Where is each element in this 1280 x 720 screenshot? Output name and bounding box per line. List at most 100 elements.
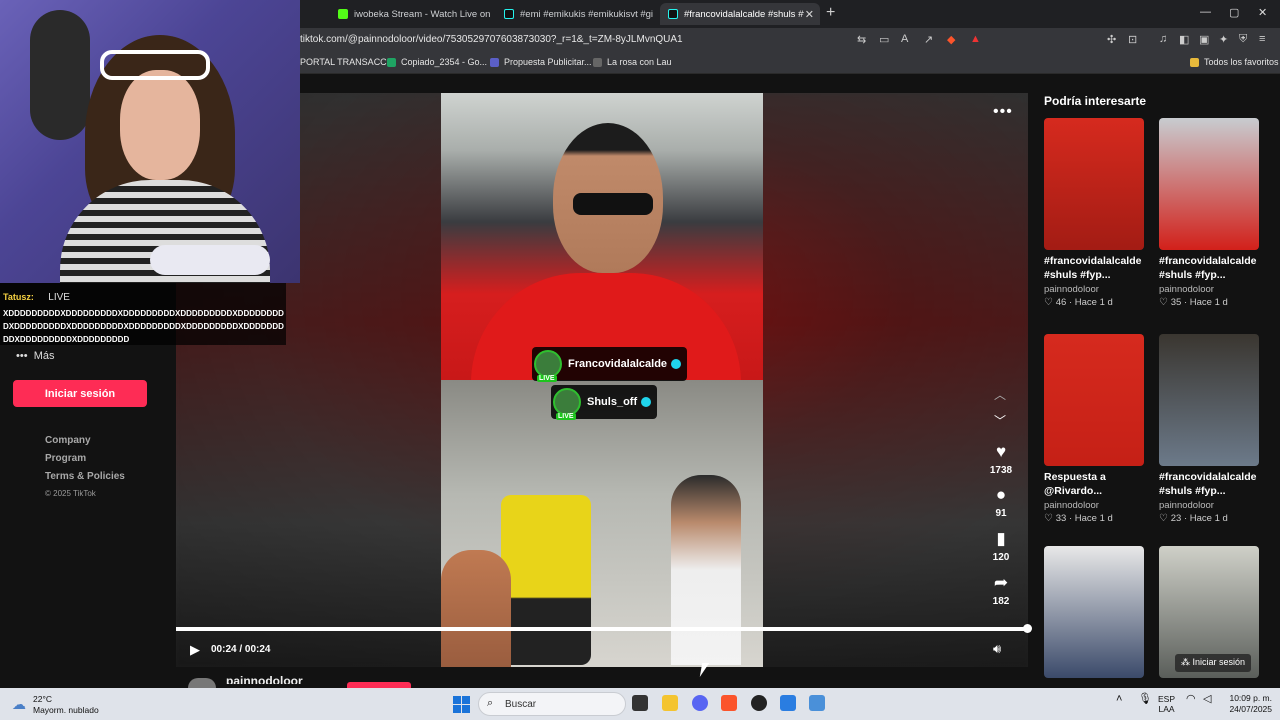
url-field[interactable]: tiktok.com/@painnodoloor/video/753052970… bbox=[300, 34, 683, 45]
rewards-icon[interactable]: ▲ bbox=[970, 33, 981, 45]
comment-count: 91 bbox=[995, 508, 1007, 519]
recommendation-meta: ♡ 33 · Hace 1 d bbox=[1044, 513, 1154, 524]
folder-icon bbox=[1190, 57, 1199, 67]
bookmark-item[interactable]: La rosa con Lau bbox=[593, 57, 672, 67]
weather-widget[interactable]: 22°C Mayorm. nublado bbox=[33, 694, 99, 716]
recommendation-card[interactable]: #francovidalalcalde #shuls #fyp... painno… bbox=[1159, 334, 1269, 524]
tab-kick[interactable]: iwobeka Stream - Watch Live on Kick bbox=[330, 3, 490, 25]
recommendation-author[interactable]: painnodoloor bbox=[1159, 500, 1269, 511]
login-button[interactable]: Iniciar sesión bbox=[13, 380, 147, 407]
more-menu-item[interactable]: ••• Más bbox=[16, 350, 54, 362]
bookmark-item[interactable]: Copiado_2354 - Go... bbox=[387, 57, 487, 67]
volume-tray-icon[interactable]: ◁ bbox=[1203, 694, 1211, 705]
video-progress-bar[interactable] bbox=[176, 624, 1032, 633]
screen: iwobeka Stream - Watch Live on Kick #emi… bbox=[0, 0, 1280, 720]
tray-chevron-icon[interactable]: ˄ bbox=[1116, 694, 1122, 705]
maximize-icon[interactable]: ▢ bbox=[1229, 6, 1239, 19]
clock[interactable]: 10:09 p. m. 24/07/2025 bbox=[1228, 693, 1272, 715]
recommendation-thumbnail[interactable] bbox=[1044, 118, 1144, 250]
more-options-icon[interactable]: ••• bbox=[993, 103, 1013, 121]
menu-icon[interactable]: ≡ bbox=[1259, 33, 1265, 45]
cloud-icon[interactable]: ☁ bbox=[12, 696, 26, 713]
language-icon[interactable]: A bbox=[901, 33, 908, 45]
recommendation-thumbnail[interactable] bbox=[1159, 118, 1259, 250]
windows-start-icon[interactable] bbox=[453, 696, 470, 713]
floating-login-button[interactable]: ⁂ Iniciar sesión bbox=[1175, 654, 1252, 672]
brave-shield-icon[interactable]: ◆ bbox=[947, 33, 955, 46]
tab-tiktok-emi[interactable]: #emi #emikukis #emikukisvt #gi bbox=[496, 3, 656, 25]
recommendation-age: Hace 1 d bbox=[1074, 513, 1113, 524]
bookmark-icon: ▮ bbox=[996, 529, 1006, 548]
cam-headband bbox=[100, 50, 210, 80]
heart-outline-icon: ♡ bbox=[1044, 513, 1056, 524]
live-tag-top: LIVE Francovidalalcalde bbox=[532, 347, 688, 382]
leo-icon[interactable]: ✦ bbox=[1219, 33, 1228, 46]
minimize-icon[interactable]: — bbox=[1200, 6, 1211, 18]
heart-outline-icon: ♡ bbox=[1159, 297, 1171, 308]
recommendation-thumbnail[interactable] bbox=[1159, 334, 1259, 466]
sidebar-icon[interactable]: ◧ bbox=[1179, 33, 1189, 46]
wifi-icon[interactable]: ◠ bbox=[1186, 694, 1196, 705]
author-avatar[interactable] bbox=[188, 678, 216, 688]
recommendation-card[interactable] bbox=[1044, 546, 1154, 678]
recommendation-card[interactable]: #francovidalalcalde #shuls #fyp... painno… bbox=[1159, 118, 1269, 308]
video-frame[interactable]: LIVE Francovidalalcalde LIVE Shuls_off bbox=[441, 93, 763, 667]
new-tab-button[interactable]: + bbox=[826, 4, 835, 22]
more-label: Más bbox=[33, 350, 55, 362]
wallet-icon[interactable]: ▣ bbox=[1199, 33, 1209, 46]
screenshot-icon[interactable]: ⊡ bbox=[1128, 33, 1137, 46]
microphone-icon[interactable]: 🎙︎ bbox=[1138, 694, 1152, 705]
play-icon[interactable]: ▶ bbox=[190, 642, 200, 658]
task-view-icon[interactable] bbox=[632, 695, 648, 711]
bookmark-item[interactable]: Propuesta Publicitar... bbox=[490, 57, 592, 67]
clock-time: 10:09 p. m. bbox=[1229, 693, 1272, 703]
discord-icon[interactable] bbox=[692, 695, 708, 711]
progress-knob[interactable] bbox=[1023, 624, 1032, 633]
recommendation-title[interactable]: #francovidalalcalde #shuls #fyp... bbox=[1044, 254, 1154, 282]
author-name[interactable]: painnodoloor bbox=[226, 674, 303, 684]
extensions-icon[interactable]: ✣ bbox=[1107, 33, 1116, 46]
reader-icon[interactable]: ▭ bbox=[879, 33, 889, 46]
recommendation-author[interactable]: painnodoloor bbox=[1044, 284, 1154, 295]
snipping-tool-icon[interactable] bbox=[809, 695, 825, 711]
bookmark-item[interactable]: PORTAL TRANSACCI... bbox=[300, 57, 397, 67]
next-video-icon[interactable]: ﹀ bbox=[994, 412, 1006, 429]
recommendation-card[interactable]: #francovidalalcalde #shuls #fyp... painno… bbox=[1044, 118, 1154, 308]
windows-taskbar: ☁ 22°C Mayorm. nublado ⌕ Buscar ˄ 🎙︎ ESP… bbox=[0, 688, 1280, 720]
recommendation-thumbnail[interactable] bbox=[1044, 546, 1144, 678]
language-code: ESP bbox=[1158, 694, 1176, 704]
file-explorer-icon[interactable] bbox=[662, 695, 678, 711]
brave-icon[interactable] bbox=[721, 695, 737, 711]
share-icon[interactable]: ↗ bbox=[924, 33, 933, 46]
calculator-icon[interactable] bbox=[780, 695, 796, 711]
recommendation-title[interactable]: #francovidalalcalde #shuls #fyp... bbox=[1159, 254, 1269, 282]
save-button[interactable]: ▮ 120 bbox=[984, 529, 1018, 564]
taskbar-search[interactable]: ⌕ Buscar bbox=[478, 692, 626, 716]
recommendation-title[interactable]: Respuesta a @Rivardo... bbox=[1044, 470, 1154, 498]
volume-icon[interactable]: 🔊︎ bbox=[993, 641, 1001, 657]
company-link[interactable]: Company bbox=[45, 435, 91, 446]
language-indicator[interactable]: ESP LAA bbox=[1158, 694, 1175, 714]
vpn-icon[interactable]: ⛨ bbox=[1239, 33, 1247, 46]
close-window-icon[interactable]: ✕ bbox=[1258, 6, 1267, 19]
obs-icon[interactable] bbox=[751, 695, 767, 711]
close-tab-icon[interactable]: ✕ bbox=[805, 8, 814, 21]
recommendation-title[interactable]: #francovidalalcalde #shuls #fyp... bbox=[1159, 470, 1269, 498]
video-bottom-stream bbox=[441, 380, 763, 667]
grid-icon: ⁂ bbox=[1181, 657, 1190, 667]
like-button[interactable]: ♥ 1738 bbox=[984, 443, 1018, 477]
tab-tiktok-active[interactable]: #francovidalalcalde #shuls #f ✕ bbox=[660, 3, 820, 25]
previous-video-icon[interactable]: ︿ bbox=[994, 386, 1006, 403]
recommendation-thumbnail[interactable] bbox=[1044, 334, 1144, 466]
all-favorites[interactable]: Todos los favoritos bbox=[1190, 57, 1279, 67]
recommendation-author[interactable]: painnodoloor bbox=[1159, 284, 1269, 295]
media-icon[interactable]: ♫ bbox=[1159, 33, 1167, 45]
recommendation-author[interactable]: painnodoloor bbox=[1044, 500, 1154, 511]
comment-button[interactable]: ● 91 bbox=[984, 486, 1018, 520]
terms-link[interactable]: Terms & Policies bbox=[45, 471, 125, 482]
video-player[interactable]: LIVE Francovidalalcalde LIVE Shuls_off bbox=[176, 93, 1028, 667]
translate-icon[interactable]: ⇆ bbox=[857, 33, 866, 46]
program-link[interactable]: Program bbox=[45, 453, 86, 464]
share-button[interactable]: ➦ 182 bbox=[984, 574, 1018, 608]
recommendation-card[interactable]: Respuesta a @Rivardo... painnodoloor ♡ 33 … bbox=[1044, 334, 1154, 524]
